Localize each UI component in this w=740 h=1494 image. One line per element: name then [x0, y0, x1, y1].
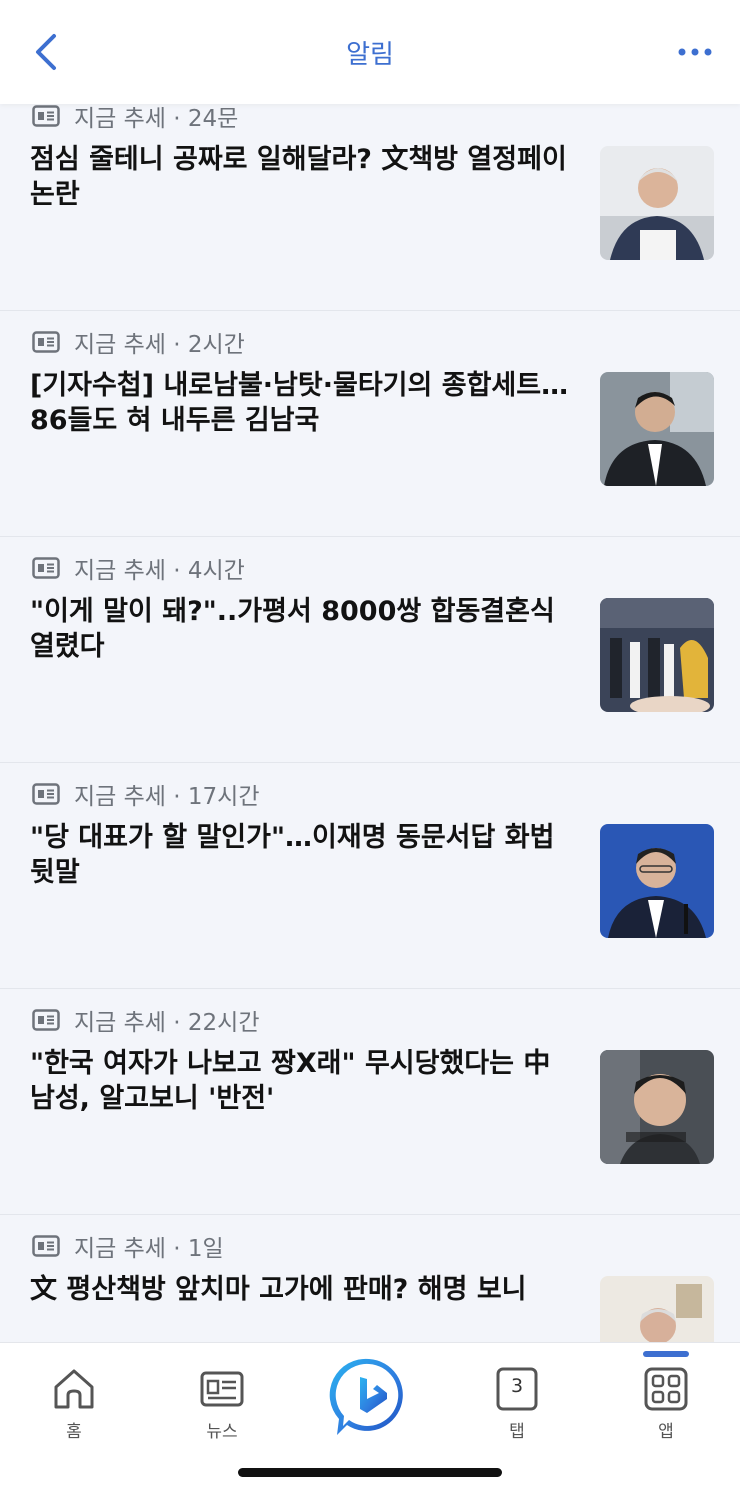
item-time: 4시간	[187, 558, 245, 584]
item-headline[interactable]: "당 대표가 할 말인가"…이재명 동문서답 화법 뒷말	[30, 820, 570, 890]
bing-chat-button[interactable]	[319, 1355, 419, 1439]
item-thumbnail	[600, 146, 714, 260]
news-item[interactable]: 지금 추세 · 22시간 "한국 여자가 나보고 짱X래" 무시당했다는 中남성…	[0, 988, 740, 1215]
nav-news-label: 뉴스	[206, 1422, 238, 1442]
item-source: 지금 추세	[74, 558, 166, 584]
notification-feed: 지금 추세 · 24문 점심 줄테니 공짜로 일해달라? 文책방 열정페이 논란	[0, 84, 740, 1342]
tab-count-badge: 3	[510, 1375, 524, 1397]
top-bar: 알림	[0, 0, 740, 104]
item-time: 1일	[187, 1236, 224, 1262]
item-thumbnail	[600, 1276, 714, 1342]
news-item[interactable]: 지금 추세 · 1일 文 평산책방 앞치마 고가에 판매? 해명 보니	[0, 1214, 740, 1342]
nav-tabs[interactable]: 3 탭	[467, 1365, 567, 1442]
news-item[interactable]: 지금 추세 · 24문 점심 줄테니 공짜로 일해달라? 文책방 열정페이 논란	[0, 84, 740, 311]
nav-news[interactable]: 뉴스	[172, 1365, 272, 1442]
news-item[interactable]: 지금 추세 · 4시간 "이게 말이 돼?"..가평서 8000쌍 합동결혼식 …	[0, 536, 740, 763]
item-thumbnail	[600, 1050, 714, 1164]
item-thumbnail	[600, 824, 714, 938]
nav-home-label: 홈	[66, 1422, 82, 1442]
news-item[interactable]: 지금 추세 · 2시간 [기자수첩] 내로남불·남탓·물타기의 종합세트… 86…	[0, 310, 740, 537]
item-thumbnail	[600, 372, 714, 486]
item-time: 17시간	[187, 784, 260, 810]
item-source: 지금 추세	[74, 784, 166, 810]
item-meta: 지금 추세 · 24문	[32, 100, 238, 132]
newspaper-icon	[32, 783, 60, 805]
item-source: 지금 추세	[74, 1010, 166, 1036]
news-icon	[200, 1371, 244, 1407]
item-meta: 지금 추세 · 2시간	[32, 326, 245, 358]
home-indicator[interactable]	[238, 1468, 502, 1477]
news-item[interactable]: 지금 추세 · 17시간 "당 대표가 할 말인가"…이재명 동문서답 화법 뒷…	[0, 762, 740, 989]
newspaper-icon	[32, 557, 60, 579]
item-meta: 지금 추세 · 4시간	[32, 552, 245, 584]
more-dots-icon	[678, 48, 712, 56]
item-headline[interactable]: [기자수첩] 내로남불·남탓·물타기의 종합세트… 86들도 혀 내두른 김남국	[30, 368, 570, 438]
item-source: 지금 추세	[74, 332, 166, 358]
item-thumbnail	[600, 598, 714, 712]
home-icon	[54, 1369, 94, 1409]
page-title: 알림	[346, 40, 394, 70]
item-meta: 지금 추세 · 1일	[32, 1230, 224, 1262]
active-tab-indicator	[643, 1351, 689, 1357]
item-headline[interactable]: 점심 줄테니 공짜로 일해달라? 文책방 열정페이 논란	[30, 142, 570, 212]
newspaper-icon	[32, 105, 60, 127]
nav-apps[interactable]: 앱	[616, 1365, 716, 1442]
nav-apps-label: 앱	[658, 1422, 674, 1442]
item-headline[interactable]: "한국 여자가 나보고 짱X래" 무시당했다는 中남성, 알고보니 '반전'	[30, 1046, 570, 1116]
item-time: 22시간	[187, 1010, 260, 1036]
item-time: 2시간	[187, 332, 245, 358]
bing-logo-icon	[329, 1358, 403, 1435]
item-headline[interactable]: 文 평산책방 앞치마 고가에 판매? 해명 보니	[30, 1272, 570, 1307]
more-options-button[interactable]	[678, 42, 712, 62]
apps-grid-icon	[644, 1367, 688, 1411]
bottom-navigation: 홈 뉴스 3 탭 앱	[0, 1342, 740, 1494]
newspaper-icon	[32, 1009, 60, 1031]
newspaper-icon	[32, 1235, 60, 1257]
nav-home[interactable]: 홈	[24, 1365, 124, 1442]
item-headline[interactable]: "이게 말이 돼?"..가평서 8000쌍 합동결혼식 열렸다	[30, 594, 570, 664]
nav-tabs-label: 탭	[509, 1422, 525, 1442]
newspaper-icon	[32, 331, 60, 353]
item-meta: 지금 추세 · 17시간	[32, 778, 259, 810]
item-time: 24문	[187, 106, 239, 132]
item-source: 지금 추세	[74, 1236, 166, 1262]
item-meta: 지금 추세 · 22시간	[32, 1004, 259, 1036]
item-source: 지금 추세	[74, 106, 166, 132]
